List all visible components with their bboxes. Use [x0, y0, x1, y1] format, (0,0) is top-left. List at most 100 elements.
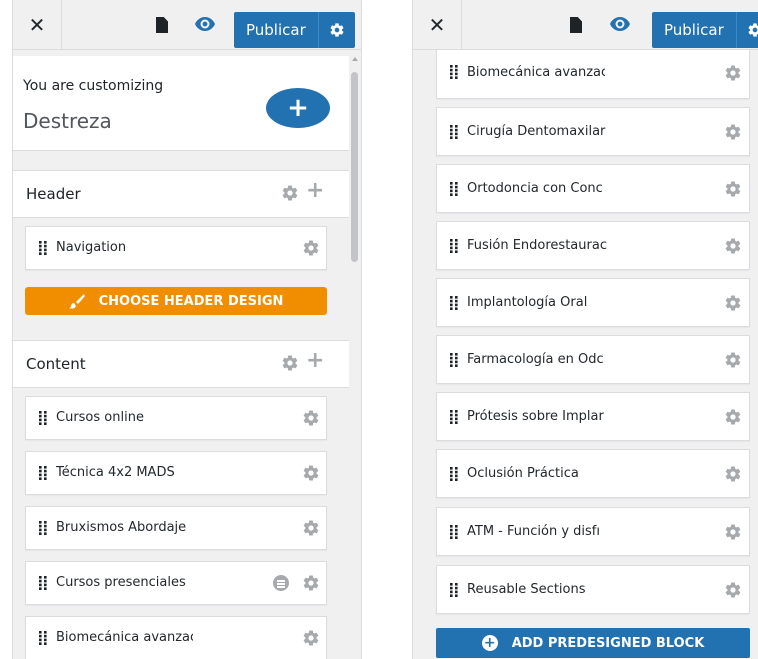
drag-handle-icon[interactable] [450, 125, 458, 139]
item-label: Navigation [56, 240, 127, 255]
customizer-panel-right: ✕ Publicar Biomecánica avanzac Cirugía D… [412, 0, 758, 659]
list-item[interactable]: Navigation [25, 226, 327, 270]
add-predesigned-block-label: ADD PREDESIGNED BLOCK [511, 635, 705, 651]
gear-icon[interactable] [724, 64, 742, 82]
gear-icon[interactable] [724, 294, 742, 312]
drag-handle-icon[interactable] [39, 466, 47, 480]
close-icon: ✕ [28, 12, 46, 37]
scroll-thumb[interactable] [351, 72, 358, 262]
drag-handle-icon[interactable] [450, 467, 458, 481]
list-item[interactable]: Oclusión Práctica [436, 449, 750, 498]
list-item[interactable]: Cursos presenciales [25, 561, 327, 605]
list-item[interactable]: Bruxismos Abordaje I [25, 506, 327, 550]
plus-icon[interactable]: + [306, 350, 324, 372]
customizing-info: You are customizing Destreza + [13, 56, 349, 151]
add-predesigned-block-button[interactable]: + ADD PREDESIGNED BLOCK [436, 628, 750, 658]
drag-handle-icon[interactable] [39, 521, 47, 535]
drag-handle-icon[interactable] [450, 182, 458, 196]
item-label: Reusable Sections [467, 582, 586, 597]
header-section[interactable]: Header + [13, 170, 349, 218]
gear-icon[interactable] [302, 409, 320, 427]
publish-label: Publicar [664, 21, 724, 39]
publish-button[interactable]: Publicar [234, 12, 355, 48]
document-icon[interactable] [570, 17, 582, 33]
eye-icon[interactable] [195, 17, 215, 31]
item-label: Biomecánica avanzac [56, 630, 193, 645]
site-title: Destreza [23, 109, 112, 133]
header-section-title: Header [26, 185, 81, 203]
gear-icon[interactable] [724, 465, 742, 483]
close-button[interactable]: ✕ [13, 0, 62, 49]
list-item[interactable]: ATM - Función y disfı [436, 507, 750, 556]
drag-handle-icon[interactable] [39, 576, 47, 590]
gear-icon[interactable] [724, 408, 742, 426]
gear-icon[interactable] [724, 581, 742, 599]
publish-button[interactable]: Publicar [652, 12, 758, 48]
item-label: Fusión Endorestaurac [467, 238, 607, 253]
list-item[interactable]: Fusión Endorestaurac [436, 221, 750, 270]
gear-icon[interactable] [281, 354, 299, 372]
list-item[interactable]: Biomecánica avanzac [436, 50, 750, 99]
gear-icon[interactable] [724, 237, 742, 255]
drag-handle-icon[interactable] [39, 241, 47, 255]
drag-handle-icon[interactable] [450, 239, 458, 253]
choose-header-design-button[interactable]: CHOOSE HEADER DESIGN [25, 287, 327, 315]
gear-icon[interactable] [302, 574, 320, 592]
list-item[interactable]: Prótesis sobre Implar [436, 392, 750, 441]
list-item[interactable]: Implantología Oral [436, 278, 750, 327]
publish-label: Publicar [246, 21, 306, 39]
close-button[interactable]: ✕ [413, 0, 462, 49]
gear-icon[interactable] [724, 523, 742, 541]
gear-icon[interactable] [302, 464, 320, 482]
gear-icon[interactable] [724, 180, 742, 198]
list-item[interactable]: Reusable Sections [436, 565, 750, 614]
add-section-button[interactable]: + [266, 88, 330, 128]
gear-icon[interactable] [724, 351, 742, 369]
publish-settings-button[interactable] [735, 12, 758, 48]
item-label: Cirugía Dentomaxilar [467, 124, 606, 139]
drag-handle-icon[interactable] [39, 411, 47, 425]
drag-handle-icon[interactable] [450, 296, 458, 310]
list-item[interactable]: Técnica 4x2 MADS [25, 451, 327, 495]
gear-icon[interactable] [302, 629, 320, 647]
list-item[interactable]: Biomecánica avanzac [25, 616, 327, 659]
gear-icon[interactable] [724, 123, 742, 141]
publish-settings-button[interactable] [317, 12, 355, 48]
document-icon[interactable] [156, 17, 168, 33]
list-icon[interactable] [273, 575, 289, 591]
drag-handle-icon[interactable] [39, 631, 47, 645]
scroll-up-arrow-icon[interactable] [352, 57, 358, 61]
item-label: Implantología Oral [467, 295, 588, 310]
item-label: Cursos presenciales [56, 575, 186, 590]
plus-icon[interactable]: + [306, 180, 324, 202]
item-label: Bruxismos Abordaje I [56, 520, 191, 535]
customizer-header: ✕ Publicar [13, 0, 361, 50]
plus-circle-icon: + [481, 635, 498, 651]
drag-handle-icon[interactable] [450, 583, 458, 597]
item-label: ATM - Función y disfı [467, 524, 600, 539]
item-label: Oclusión Práctica [467, 466, 579, 481]
close-icon: ✕ [428, 12, 446, 37]
customizer-panel-left: ✕ Publicar You are customizing Destreza … [12, 0, 362, 659]
drag-handle-icon[interactable] [450, 353, 458, 367]
customizer-header: ✕ Publicar [413, 0, 758, 50]
list-item[interactable]: Farmacología en Odc [436, 335, 750, 384]
drag-handle-icon[interactable] [450, 410, 458, 424]
content-section[interactable]: Content + [13, 340, 349, 388]
drag-handle-icon[interactable] [450, 525, 458, 539]
list-item[interactable]: Cursos online [25, 396, 327, 440]
item-label: Prótesis sobre Implar [467, 409, 604, 424]
list-item[interactable]: Ortodoncia con Conc [436, 164, 750, 213]
scrollbar[interactable] [349, 50, 361, 659]
plus-icon: + [287, 93, 309, 123]
gear-icon[interactable] [302, 519, 320, 537]
gear-icon[interactable] [281, 184, 299, 202]
gear-icon [329, 22, 345, 38]
drag-handle-icon[interactable] [450, 65, 458, 79]
eye-icon[interactable] [610, 17, 630, 31]
content-section-title: Content [26, 355, 86, 373]
gear-icon [747, 22, 758, 38]
customizer-controls: You are customizing Destreza + Header + … [13, 50, 349, 659]
gear-icon[interactable] [302, 239, 320, 257]
list-item[interactable]: Cirugía Dentomaxilar [436, 107, 750, 156]
